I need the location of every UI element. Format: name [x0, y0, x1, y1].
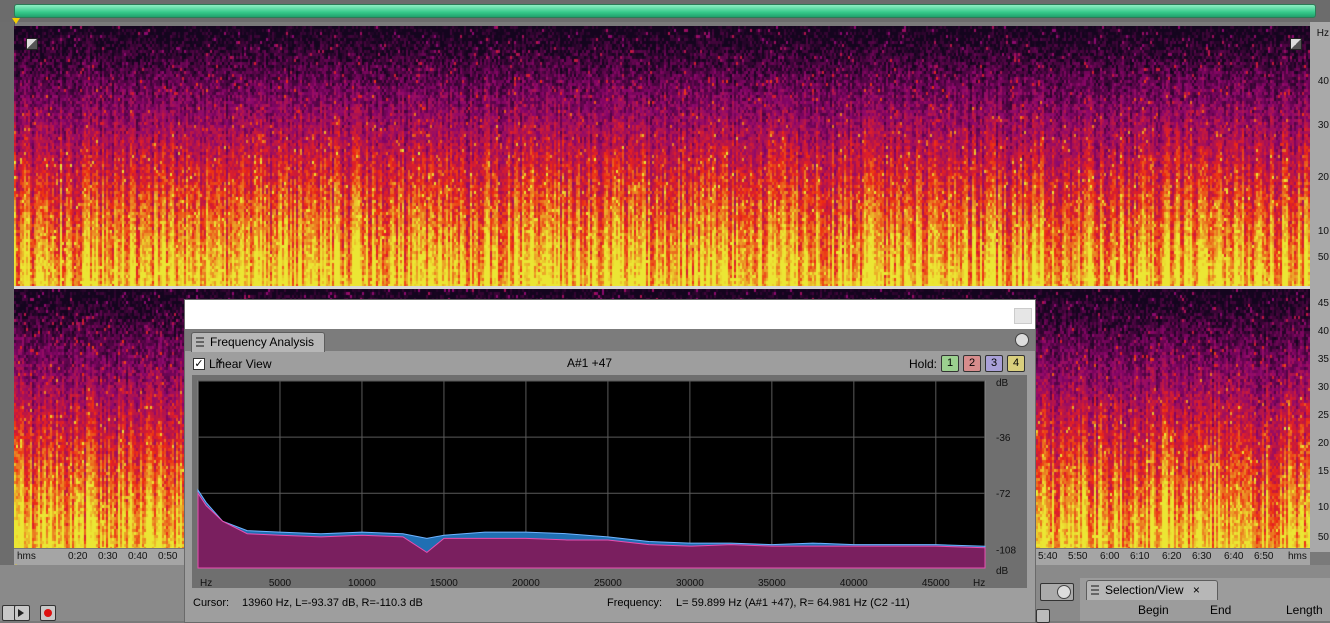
time-tick: 6:40 [1224, 551, 1244, 562]
time-unit-label: hms [17, 551, 36, 562]
options-row: ✓ Linear View A#1 +47 Hold: 1 2 3 4 [185, 351, 1035, 375]
hold-button-3[interactable]: 3 [985, 355, 1003, 372]
db-axis-label: -72 [996, 489, 1011, 500]
grip-icon [1091, 585, 1099, 595]
frequency-plot-svg: dB -36 -72 -108 dB Hz 5000 10000 15000 20000 25000… [197, 378, 1016, 588]
x-tick-label: 5000 [269, 578, 292, 588]
time-tick: 0:30 [98, 551, 118, 562]
x-axis-unit: Hz [973, 578, 985, 588]
x-tick-label: 15000 [430, 578, 458, 588]
ruler-tick: 40 [1317, 76, 1329, 87]
time-tick: 6:30 [1192, 551, 1212, 562]
ruler-tick: 40 [1317, 326, 1329, 337]
panel-tab-bar: Frequency Analysis × [185, 329, 1035, 368]
frequency-ruler: Hz 40 30 20 10 50 45 40 35 30 25 20 15 1… [1310, 22, 1330, 552]
column-length: Length [1286, 603, 1323, 617]
hold-button-2[interactable]: 2 [963, 355, 981, 372]
ruler-tick: 30 [1317, 382, 1329, 393]
ruler-tick: 10 [1317, 502, 1329, 513]
hold-button-1[interactable]: 1 [941, 355, 959, 372]
play-button[interactable] [14, 605, 30, 621]
panel-menu-icon [1057, 585, 1071, 599]
record-button[interactable] [40, 605, 56, 621]
cursor-value: 13960 Hz, L=-93.37 dB, R=-110.3 dB [242, 597, 423, 609]
column-end: End [1210, 603, 1232, 617]
hold-button-4[interactable]: 4 [1007, 355, 1025, 372]
db-axis-label: dB [996, 378, 1009, 389]
play-icon [18, 609, 24, 617]
linear-view-checkbox[interactable]: ✓ [193, 358, 205, 370]
ruler-tick: 25 [1317, 410, 1329, 421]
time-tick: 6:20 [1162, 551, 1182, 562]
tab-frequency-analysis[interactable]: Frequency Analysis × [191, 332, 325, 368]
time-tick: 6:50 [1254, 551, 1274, 562]
spectrogram-channel-left[interactable] [14, 26, 1310, 286]
panel-menu-button[interactable] [1040, 583, 1074, 601]
ruler-tick: 45 [1317, 298, 1329, 309]
tab-title: Selection/View [1105, 583, 1184, 597]
close-icon[interactable]: × [1193, 583, 1200, 597]
note-readout: A#1 +47 [567, 356, 613, 370]
x-tick-label: 45000 [922, 578, 950, 588]
window-close-button[interactable] [1014, 308, 1032, 324]
status-footer: Cursor: 13960 Hz, L=-93.37 dB, R=-110.3 … [185, 593, 1035, 621]
x-tick-label: 10000 [348, 578, 376, 588]
x-tick-label: 30000 [676, 578, 704, 588]
time-tick: 0:40 [128, 551, 148, 562]
frequency-analysis-panel: Frequency Analysis × ✓ Linear View A#1 +… [184, 299, 1036, 623]
left-track-strip [0, 22, 15, 582]
time-tick: 6:00 [1100, 551, 1120, 562]
x-tick-label: 35000 [758, 578, 786, 588]
cursor-label: Cursor: [193, 597, 230, 609]
hold-label: Hold: [909, 357, 938, 371]
time-tick: 6:10 [1130, 551, 1150, 562]
ruler-tick: 20 [1317, 172, 1329, 183]
x-tick-label: 25000 [594, 578, 622, 588]
x-tick-label: 40000 [840, 578, 868, 588]
record-icon [44, 609, 52, 617]
linear-view-label: Linear View [209, 357, 272, 371]
frequency-label: Frequency: [607, 597, 663, 609]
column-begin: Begin [1138, 603, 1169, 617]
tab-selection-view[interactable]: Selection/View × [1086, 580, 1218, 600]
overview-scroll-bar[interactable] [14, 4, 1316, 18]
selection-view-panel: Selection/View × Begin End Length [1080, 578, 1330, 621]
ruler-tick: 30 [1317, 120, 1329, 131]
panel-menu-icon[interactable] [1015, 333, 1029, 347]
time-tick: 5:40 [1038, 551, 1058, 562]
x-tick-label: 20000 [512, 578, 540, 588]
time-tick: 0:50 [158, 551, 178, 562]
frequency-value: L= 59.899 Hz (A#1 +47), R= 64.981 Hz (C2… [676, 597, 910, 609]
time-tick: 5:50 [1068, 551, 1088, 562]
tab-title: Frequency Analysis [210, 335, 315, 349]
zoom-corner-icon[interactable] [1290, 38, 1302, 50]
ruler-tick: 10 [1317, 226, 1329, 237]
ruler-tick: 50 [1317, 532, 1329, 543]
time-unit-label: hms [1288, 551, 1307, 562]
ruler-tick: 35 [1317, 354, 1329, 365]
grip-icon [196, 337, 204, 347]
panel-title-bar[interactable] [185, 300, 1035, 329]
db-axis-label: -108 [996, 545, 1016, 556]
frequency-plot[interactable]: dB -36 -72 -108 dB Hz 5000 10000 15000 20000 25000… [192, 375, 1027, 588]
db-axis-label: dB [996, 566, 1009, 577]
spectrogram-image [14, 26, 1310, 286]
time-tick: 0:20 [68, 551, 88, 562]
x-axis-unit: Hz [200, 578, 212, 588]
db-axis-label: -36 [996, 433, 1011, 444]
ruler-unit: Hz [1316, 28, 1329, 39]
ruler-tick: 50 [1317, 252, 1329, 263]
zoom-corner-icon[interactable] [26, 38, 38, 50]
ruler-tick: 15 [1317, 466, 1329, 477]
ruler-tick: 20 [1317, 438, 1329, 449]
